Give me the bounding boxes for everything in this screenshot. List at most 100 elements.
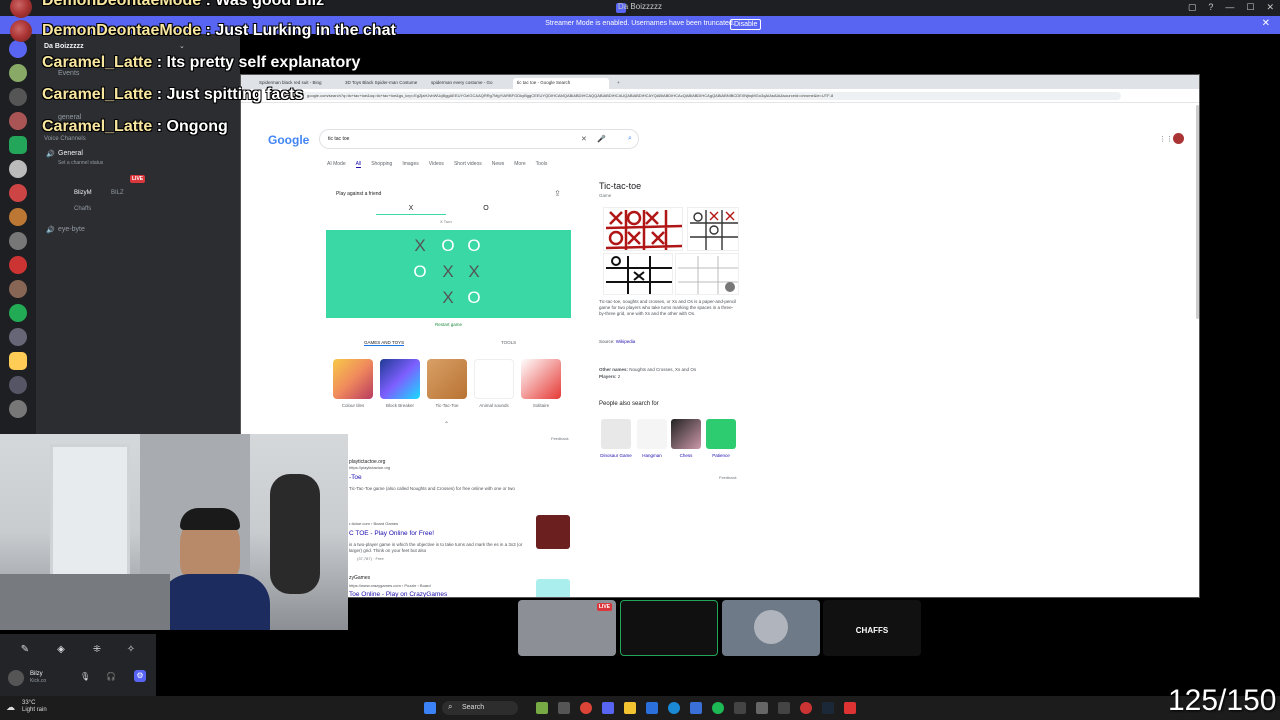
server-name[interactable]: Da Boizzzzz bbox=[44, 43, 84, 50]
server-icon[interactable] bbox=[9, 232, 27, 250]
board-cell[interactable] bbox=[410, 288, 430, 308]
game-thumb-colour-tiles[interactable] bbox=[333, 359, 373, 399]
server-icon[interactable] bbox=[9, 88, 27, 106]
tab-more[interactable]: More bbox=[514, 161, 525, 168]
taskbar-app-icon[interactable] bbox=[690, 702, 702, 714]
server-icon[interactable] bbox=[9, 256, 27, 274]
board-cell[interactable]: O bbox=[464, 288, 484, 308]
related-label[interactable]: Chess bbox=[670, 453, 702, 458]
search-input[interactable]: tic tac toe bbox=[319, 129, 639, 149]
share-icon[interactable]: ⇪ bbox=[554, 189, 561, 198]
weather-widget[interactable]: 33°C Light rain bbox=[22, 700, 47, 714]
headphones-icon[interactable]: 🎧 bbox=[106, 672, 116, 681]
board-cell[interactable]: X bbox=[410, 236, 430, 256]
discord-icon[interactable] bbox=[602, 702, 614, 714]
soundboard-icon[interactable]: ✧ bbox=[122, 644, 140, 658]
chrome-icon[interactable] bbox=[580, 702, 592, 714]
clear-icon[interactable]: ✕ bbox=[581, 135, 587, 143]
voice-channels-header[interactable]: Voice Channels bbox=[44, 136, 86, 142]
start-icon[interactable] bbox=[424, 702, 436, 714]
game-label[interactable]: Solitaire bbox=[519, 403, 563, 408]
new-tab-icon[interactable]: + bbox=[613, 78, 624, 89]
result-title[interactable]: Toe Online - Play on CrazyGames bbox=[349, 591, 447, 597]
taskbar-app-icon[interactable] bbox=[536, 702, 548, 714]
server-icon[interactable] bbox=[9, 376, 27, 394]
kp-image[interactable] bbox=[603, 253, 673, 295]
board-cell[interactable]: O bbox=[410, 262, 430, 282]
wikipedia-link[interactable]: Wikipedia bbox=[616, 339, 636, 344]
avatar[interactable] bbox=[8, 670, 24, 686]
game-label[interactable]: Block Breaker bbox=[378, 403, 422, 408]
related-label[interactable]: Patience bbox=[705, 453, 737, 458]
shared-browser-window[interactable]: Spiderman black red suit - Bing 3D Toys … bbox=[240, 74, 1200, 598]
avatar[interactable] bbox=[1173, 133, 1184, 144]
apps-icon[interactable]: ⋮⋮ bbox=[1159, 135, 1173, 143]
game-thumb-block-breaker[interactable] bbox=[380, 359, 420, 399]
taskbar-app-icon[interactable] bbox=[778, 702, 790, 714]
disable-button[interactable]: Disable bbox=[730, 19, 762, 30]
game-thumb-solitaire[interactable] bbox=[521, 359, 561, 399]
browser-tab-active[interactable]: tic tac toe - Google Search bbox=[513, 78, 609, 89]
server-icon[interactable] bbox=[9, 160, 27, 178]
settings-gear-icon[interactable]: ⚙ bbox=[134, 670, 146, 682]
result-thumbnail[interactable] bbox=[536, 579, 570, 597]
taskbar-app-icon[interactable] bbox=[734, 702, 746, 714]
server-icon[interactable] bbox=[9, 304, 27, 322]
browser-tab[interactable]: 3D Toys Black Spider-man Costume bbox=[341, 78, 425, 89]
server-icon[interactable] bbox=[9, 280, 27, 298]
game-thumb-tictactoe[interactable] bbox=[427, 359, 467, 399]
kp-image[interactable] bbox=[687, 207, 739, 251]
result-thumbnail[interactable] bbox=[536, 515, 570, 549]
close-button[interactable]: ✕ bbox=[1266, 2, 1274, 13]
tab-images[interactable]: Images bbox=[402, 161, 418, 168]
result-title[interactable]: C TOE - Play Online for Free! bbox=[349, 530, 434, 537]
channel-status[interactable]: Set a channel status bbox=[58, 160, 103, 166]
server-icon[interactable] bbox=[9, 112, 27, 130]
board-cell[interactable]: X bbox=[438, 262, 458, 282]
steam-icon[interactable] bbox=[822, 702, 834, 714]
game-mode-select[interactable]: Play against a friend bbox=[336, 191, 381, 197]
board-cell[interactable]: X bbox=[464, 262, 484, 282]
game-label[interactable]: Colour tiles bbox=[331, 403, 375, 408]
related-dinosaur-game[interactable] bbox=[601, 419, 631, 449]
participant-tile-camera[interactable] bbox=[620, 600, 718, 656]
mic-icon[interactable]: 🎙 bbox=[80, 672, 90, 681]
related-label[interactable]: Dinosaur Game bbox=[600, 453, 632, 458]
kp-image[interactable] bbox=[603, 207, 683, 251]
game-label[interactable]: Animal sounds bbox=[472, 403, 516, 408]
google-logo[interactable]: Google bbox=[268, 133, 309, 147]
weather-icon[interactable]: ☁ bbox=[6, 702, 15, 713]
edge-icon[interactable] bbox=[668, 702, 680, 714]
chevron-down-icon[interactable]: ⌄ bbox=[179, 42, 185, 50]
participant-tile-screen-share[interactable]: LIVE bbox=[518, 600, 616, 656]
tab-shopping[interactable]: Shopping bbox=[371, 161, 392, 168]
mic-icon[interactable]: 🎤 bbox=[597, 135, 606, 143]
kp-image[interactable] bbox=[675, 253, 739, 295]
related-chess[interactable] bbox=[671, 419, 701, 449]
sidebar-item-eye-byte[interactable]: eye-byte bbox=[58, 226, 85, 233]
file-explorer-icon[interactable] bbox=[624, 702, 636, 714]
maximize-button[interactable]: ☐ bbox=[1246, 2, 1254, 13]
game-label[interactable]: Tic-Tac-Toe bbox=[425, 403, 469, 408]
participant-tile-chaffs[interactable]: CHAFFS bbox=[823, 600, 921, 656]
board-cell[interactable]: X bbox=[438, 288, 458, 308]
player-o-tab[interactable]: O bbox=[451, 205, 521, 215]
server-icon[interactable] bbox=[9, 136, 27, 154]
participant-tile-user[interactable] bbox=[722, 600, 820, 656]
taskbar-app-icon[interactable] bbox=[646, 702, 658, 714]
related-label[interactable]: Hangman bbox=[636, 453, 668, 458]
related-hangman[interactable] bbox=[637, 419, 667, 449]
spotify-icon[interactable] bbox=[712, 702, 724, 714]
tab-games-and-toys[interactable]: GAMES AND TOYS bbox=[364, 340, 405, 346]
tab-tools[interactable]: Tools bbox=[536, 161, 548, 168]
taskbar-search[interactable]: Search bbox=[442, 701, 518, 715]
user-name[interactable]: Bilzy bbox=[30, 671, 43, 677]
url-field[interactable]: google.com/search?q=tic+tac+toe&oq=tic+t… bbox=[301, 92, 1121, 100]
browser-tab[interactable]: spiderman every costume - Go bbox=[427, 78, 511, 89]
tab-videos[interactable]: Videos bbox=[429, 161, 444, 168]
feedback-link[interactable]: Feedback bbox=[551, 436, 569, 441]
server-icon[interactable] bbox=[9, 64, 27, 82]
taskbar-app-icon[interactable] bbox=[800, 702, 812, 714]
taskbar-app-icon[interactable] bbox=[844, 702, 856, 714]
voice-member[interactable]: Chaffs bbox=[74, 206, 91, 212]
